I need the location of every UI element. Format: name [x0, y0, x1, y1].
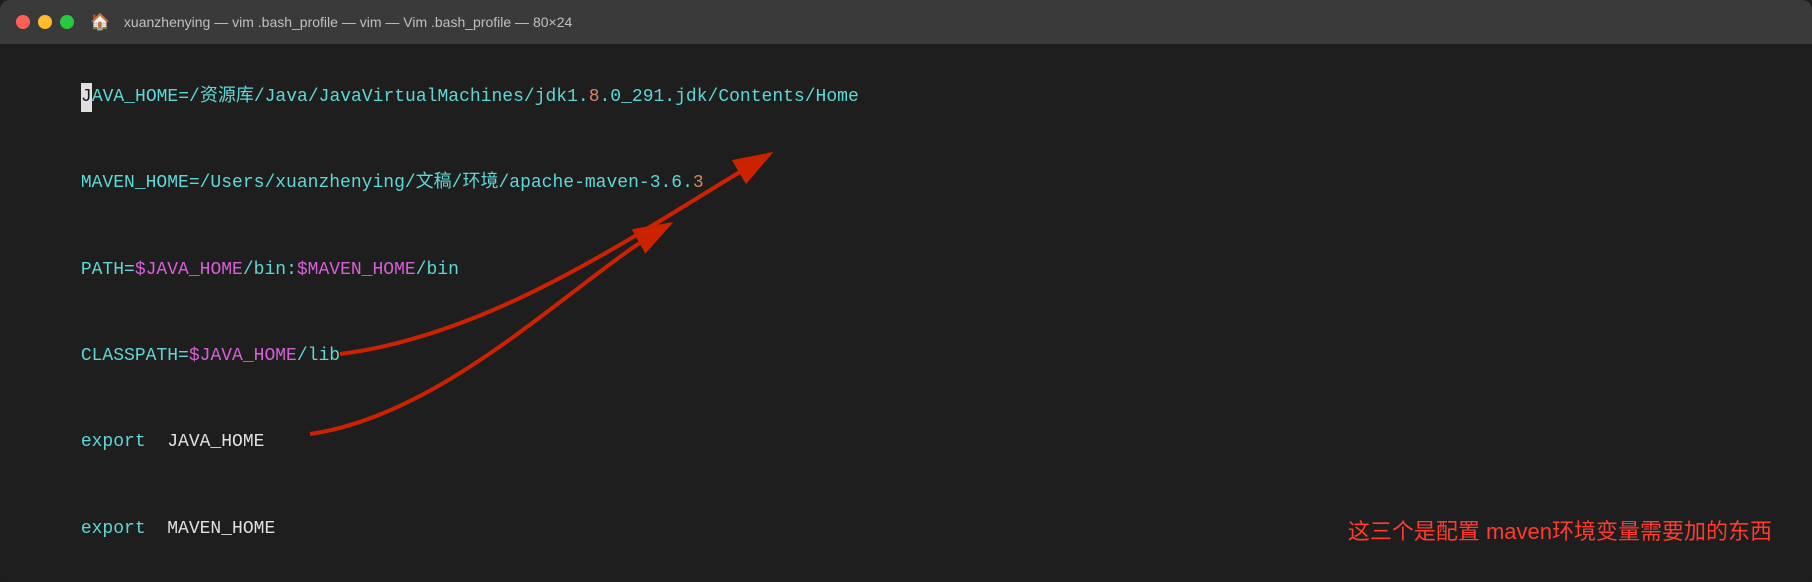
line3-bin2: /bin: [416, 260, 459, 280]
line1-part1: AVA_HOME=/资源库/Java/JavaVirtualMachines/j…: [92, 87, 589, 107]
line1-orange: 8: [589, 87, 600, 107]
terminal-content[interactable]: JAVA_HOME=/资源库/Java/JavaVirtualMachines/…: [0, 44, 1812, 582]
terminal-window: 🏠 xuanzhenying — vim .bash_profile — vim…: [0, 0, 1812, 582]
line5-java-home: JAVA_HOME: [146, 432, 265, 452]
line1-part2: .0_291.jdk/Contents/Home: [600, 87, 859, 107]
line6-maven-home: MAVEN_HOME: [146, 519, 276, 539]
terminal-line-1: JAVA_HOME=/资源库/Java/JavaVirtualMachines/…: [16, 54, 1796, 140]
maximize-button[interactable]: [60, 15, 74, 29]
line3-bin1: /bin:: [243, 260, 297, 280]
line2-orange: 3: [693, 173, 704, 193]
title-bar: 🏠 xuanzhenying — vim .bash_profile — vim…: [0, 0, 1812, 44]
annotation-text: 这三个是配置 maven环境变量需要加的东西: [1348, 514, 1772, 546]
line3-path: PATH=: [81, 260, 135, 280]
line3-java-home: $JAVA_HOME: [135, 260, 243, 280]
terminal-line-5: export JAVA_HOME: [16, 400, 1796, 486]
line4-lib: /lib: [297, 346, 340, 366]
line5-export: export: [81, 432, 146, 452]
line2-part1: MAVEN_HOME=/Users/xuanzhenying/文稿/环境/apa…: [81, 173, 693, 193]
home-icon: 🏠: [90, 12, 110, 32]
terminal-line-7: export PATH: [16, 572, 1796, 582]
terminal-line-3: PATH=$JAVA_HOME/bin:$MAVEN_HOME/bin: [16, 227, 1796, 313]
line6-export: export: [81, 519, 146, 539]
terminal-line-4: CLASSPATH=$JAVA_HOME/lib: [16, 313, 1796, 399]
close-button[interactable]: [16, 15, 30, 29]
cursor: J: [81, 83, 92, 112]
line3-maven-home: $MAVEN_HOME: [297, 260, 416, 280]
line4-java-home: $JAVA_HOME: [189, 346, 297, 366]
line4-classpath: CLASSPATH=: [81, 346, 189, 366]
window-title: xuanzhenying — vim .bash_profile — vim —…: [124, 14, 572, 30]
terminal-line-2: MAVEN_HOME=/Users/xuanzhenying/文稿/环境/apa…: [16, 140, 1796, 226]
minimize-button[interactable]: [38, 15, 52, 29]
